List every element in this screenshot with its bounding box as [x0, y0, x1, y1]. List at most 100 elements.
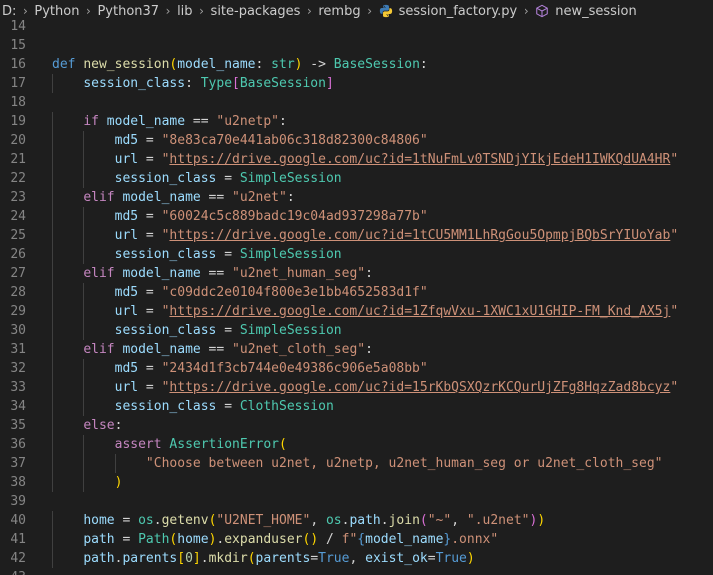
line-number: 22: [10, 171, 26, 186]
code-token: "u2netp": [216, 114, 280, 129]
code-line[interactable]: 26 session_class = SimpleSession: [0, 245, 713, 264]
code-token: ": [670, 380, 679, 395]
code-token: ): [114, 475, 123, 490]
code-token: path: [83, 532, 115, 547]
code-line[interactable]: 17 session_class: Type[BaseSession]: [0, 74, 713, 93]
code-line[interactable]: 15: [0, 36, 713, 55]
code-token: model_name: [106, 114, 186, 129]
code-token[interactable]: https://drive.google.com/uc?id=1tNuFmLv0…: [169, 152, 670, 167]
code-line[interactable]: 37 "Choose between u2net, u2netp, u2net_…: [0, 454, 713, 473]
chevron-right-icon: ›: [86, 4, 91, 18]
code-text: md5 = "2434d1f3cb744e0e49386c906e5a08bb": [52, 359, 428, 378]
line-number: 36: [10, 437, 26, 452]
code-text: md5 = "8e83ca70e441ab06c318d82300c84806": [52, 131, 428, 150]
code-line[interactable]: 32 md5 = "2434d1f3cb744e0e49386c906e5a08…: [0, 359, 713, 378]
code-token: else: [83, 418, 115, 433]
code-token: assert: [114, 437, 170, 452]
code-line[interactable]: 43: [0, 568, 713, 575]
line-number: 37: [10, 456, 26, 471]
code-line[interactable]: 25 url = "https://drive.google.com/uc?id…: [0, 226, 713, 245]
code-token: "2434d1f3cb744e0e49386c906e5a08bb": [161, 361, 428, 376]
code-line[interactable]: 22 session_class = SimpleSession: [0, 169, 713, 188]
code-text: else:: [52, 416, 122, 435]
code-token: mkdir: [208, 551, 248, 566]
line-number: 16: [10, 57, 26, 72]
code-text: ): [52, 473, 123, 492]
code-token[interactable]: https://drive.google.com/uc?id=15rKbQSXQ…: [169, 380, 670, 395]
code-text: session_class = SimpleSession: [52, 169, 342, 188]
code-token: join: [388, 513, 420, 528]
line-number: 32: [10, 361, 26, 376]
code-token: "8e83ca70e441ab06c318d82300c84806": [161, 133, 428, 148]
code-token: ): [466, 551, 475, 566]
chevron-right-icon: ›: [367, 4, 373, 18]
line-number: 27: [10, 266, 26, 281]
code-line[interactable]: 20 md5 = "8e83ca70e441ab06c318d82300c848…: [0, 131, 713, 150]
code-token: =: [138, 209, 162, 224]
code-line[interactable]: 16 def new_session(model_name: str) -> Ba…: [0, 55, 713, 74]
code-line[interactable]: 19 if model_name == "u2netp":: [0, 112, 713, 131]
code-token: BaseSession: [239, 76, 326, 91]
code-line[interactable]: 40 home = os.getenv("U2NET_HOME", os.pat…: [0, 511, 713, 530]
code-line[interactable]: 36 assert AssertionError(: [0, 435, 713, 454]
code-token: url: [114, 152, 139, 167]
code-text: def new_session(model_name: str) -> Base…: [52, 55, 428, 74]
code-token: md5: [114, 209, 139, 224]
code-line[interactable]: 14: [0, 17, 713, 36]
code-token[interactable]: https://drive.google.com/uc?id=1ZfqwVxu-…: [169, 304, 670, 319]
code-token: model_name: [365, 532, 444, 547]
code-text: session_class = SimpleSession: [52, 245, 342, 264]
code-token: ): [537, 513, 546, 528]
line-number: 28: [10, 285, 26, 300]
code-token: ": [670, 152, 679, 167]
code-text: "Choose between u2net, u2netp, u2net_hum…: [52, 454, 663, 473]
code-line[interactable]: 28 md5 = "c09ddc2e0104f800e3e1bb4652583d…: [0, 283, 713, 302]
code-token: if: [83, 114, 107, 129]
code-editor[interactable]: 14 15 16 def new_session(model_name: str) -…: [0, 17, 713, 575]
method-cube-icon: [536, 4, 549, 18]
code-line[interactable]: 31 elif model_name == "u2net_cloth_seg":: [0, 340, 713, 359]
code-line[interactable]: 33 url = "https://drive.google.com/uc?id…: [0, 378, 713, 397]
code-token: "c09ddc2e0104f800e3e1bb4652583d1f": [161, 285, 428, 300]
code-line[interactable]: 41 path = Path(home).expanduser() / f"{m…: [0, 530, 713, 549]
code-line[interactable]: 23 elif model_name == "u2net":: [0, 188, 713, 207]
code-line[interactable]: 35 else:: [0, 416, 713, 435]
code-line[interactable]: 21 url = "https://drive.google.com/uc?id…: [0, 150, 713, 169]
code-text: home = os.getenv("U2NET_HOME", os.path.j…: [52, 511, 545, 530]
code-token: :: [286, 190, 295, 205]
code-line[interactable]: 38 ): [0, 473, 713, 492]
code-line[interactable]: 42 path.parents[0].mkdir(parents=True, e…: [0, 549, 713, 568]
code-line[interactable]: 29 url = "https://drive.google.com/uc?id…: [0, 302, 713, 321]
line-number: 26: [10, 247, 26, 262]
chevron-right-icon: ›: [523, 4, 529, 18]
code-line[interactable]: 34 session_class = ClothSession: [0, 397, 713, 416]
code-token: elif: [83, 266, 123, 281]
code-line[interactable]: 30 session_class = SimpleSession: [0, 321, 713, 340]
code-token: .: [380, 513, 389, 528]
code-line[interactable]: 39: [0, 492, 713, 511]
chevron-right-icon: ›: [165, 4, 171, 18]
code-text: elif model_name == "u2net_cloth_seg":: [52, 340, 373, 359]
code-token[interactable]: https://drive.google.com/uc?id=1tCU5MM1L…: [169, 228, 670, 243]
code-token: "~": [427, 513, 452, 528]
code-token: path: [83, 551, 115, 566]
code-token: =: [138, 133, 162, 148]
code-line[interactable]: 24 md5 = "60024c5c889badc19c04ad937298a7…: [0, 207, 713, 226]
code-line[interactable]: 27 elif model_name == "u2net_human_seg":: [0, 264, 713, 283]
code-token: os: [138, 513, 154, 528]
line-number: 19: [10, 114, 26, 129]
code-token: True: [318, 551, 350, 566]
code-token: def: [52, 57, 84, 72]
code-line[interactable]: 18: [0, 93, 713, 112]
